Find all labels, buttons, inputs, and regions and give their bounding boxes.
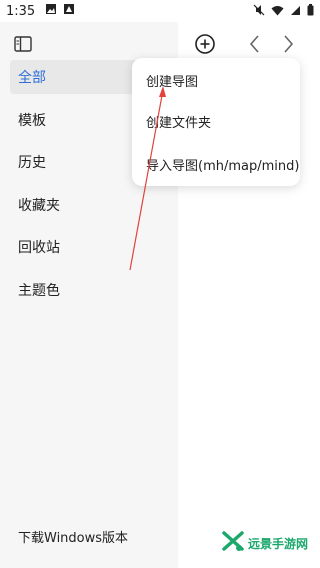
- add-circle-icon[interactable]: [191, 30, 219, 58]
- menu-item-create-folder[interactable]: 创建文件夹: [132, 101, 300, 144]
- menu-item-import-mindmap[interactable]: 导入导图(mh/map/mind): [132, 143, 300, 186]
- menu-item-label: 创建导图: [146, 74, 199, 90]
- watermark-logo-icon: [222, 530, 244, 556]
- download-windows-link[interactable]: 下载Windows版本: [18, 527, 128, 546]
- sidebar-item-label: 模板: [18, 112, 46, 129]
- sidebar-item-label: 收藏夹: [18, 197, 60, 214]
- chevron-left-icon[interactable]: [241, 30, 269, 58]
- sidebar-item-label: 历史: [18, 155, 46, 171]
- battery-icon: [307, 4, 314, 20]
- sidebar-item-label: 全部: [18, 70, 46, 86]
- watermark-text: 远景手游网: [248, 536, 309, 551]
- toolbar: [190, 30, 310, 58]
- sidebar-item-favorites[interactable]: 收藏夹: [10, 188, 170, 222]
- sidebar-item-theme[interactable]: 主题色: [10, 273, 170, 307]
- sidebar-item-label: 回收站: [18, 240, 60, 256]
- image-icon: [45, 3, 57, 19]
- notification-a-icon: [63, 3, 75, 19]
- chevron-right-icon[interactable]: [274, 30, 302, 58]
- sidebar-item-label: 主题色: [18, 282, 60, 299]
- menu-item-label: 创建文件夹: [146, 116, 212, 132]
- menu-item-create-mindmap[interactable]: 创建导图: [132, 58, 300, 101]
- sidebar-toggle-icon[interactable]: [14, 36, 32, 52]
- menu-item-label: 导入导图(mh/map/mind): [146, 158, 300, 174]
- watermark: 远景手游网: [222, 530, 318, 556]
- wifi-icon: [271, 5, 284, 20]
- signal-icon: [290, 5, 301, 20]
- create-menu: 创建导图 创建文件夹 导入导图(mh/map/mind): [132, 58, 300, 186]
- status-time: 1:35: [6, 3, 36, 19]
- status-bar: 1:35: [0, 0, 320, 22]
- sidebar-item-trash[interactable]: 回收站: [10, 230, 170, 264]
- mute-icon: [253, 4, 265, 20]
